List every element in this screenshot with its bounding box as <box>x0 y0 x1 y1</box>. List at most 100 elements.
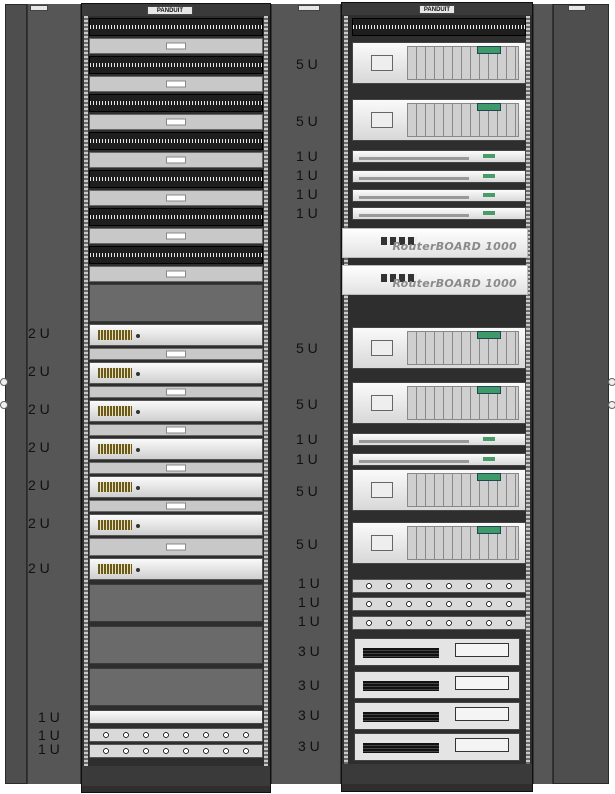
server-5u <box>352 99 526 141</box>
unit-label: 2 U <box>28 515 50 531</box>
cable-manager <box>89 348 263 360</box>
unit-label: 1 U <box>296 186 318 202</box>
server-5u <box>352 382 526 424</box>
unit-label: 1 U <box>38 741 60 757</box>
right-rack-outer-rail-right <box>533 4 553 784</box>
power-strip <box>352 616 526 630</box>
right-rack-side-logo <box>298 5 320 11</box>
switch <box>89 514 263 536</box>
amplifier-3u <box>354 733 520 761</box>
blank-panel <box>89 626 263 664</box>
unit-label: 1 U <box>38 709 60 725</box>
right-rack-side-logo-right <box>568 5 586 11</box>
switch <box>89 476 263 498</box>
side-latch-icon <box>0 401 8 409</box>
router-label: RouterBOARD 1000 <box>392 240 517 253</box>
unit-label: 3 U <box>298 643 320 659</box>
left-rack-brand-logo: PANDUIT <box>147 6 193 15</box>
switch <box>89 438 263 460</box>
unit-label: 2 U <box>28 477 50 493</box>
side-latch-icon <box>0 378 8 386</box>
left-rack-bottom-bar <box>82 766 270 786</box>
right-rack-post-left <box>344 16 348 766</box>
power-strip <box>89 744 263 758</box>
power-strip <box>352 579 526 593</box>
unit-label: 2 U <box>28 560 50 576</box>
server-1u <box>352 207 526 220</box>
cable-manager <box>89 228 263 244</box>
cable-manager <box>89 462 263 474</box>
server-5u <box>352 42 526 84</box>
cable-manager <box>89 538 263 556</box>
server-1u <box>352 170 526 183</box>
unit-label: 2 U <box>28 363 50 379</box>
unit-label: 1 U <box>296 431 318 447</box>
patch-panel <box>352 18 526 36</box>
unit-label: 1 U <box>298 594 320 610</box>
unit-label: 1 U <box>296 205 318 221</box>
unit-label: 1 U <box>298 575 320 591</box>
unit-label: 1 U <box>296 148 318 164</box>
cable-manager <box>89 424 263 436</box>
server-5u <box>352 469 526 511</box>
cable-manager <box>89 500 263 512</box>
left-rack-post-left <box>84 16 88 766</box>
unit-label: 2 U <box>28 439 50 455</box>
1u-panel <box>89 710 263 724</box>
amplifier-3u <box>354 638 520 666</box>
patch-panel <box>89 56 263 74</box>
server-1u <box>352 150 526 163</box>
power-strip <box>89 728 263 742</box>
unit-label: 3 U <box>298 738 320 754</box>
cable-manager <box>89 114 263 130</box>
left-rack-side-panel <box>5 4 27 784</box>
blank-panel <box>89 668 263 706</box>
cable-manager <box>89 266 263 282</box>
right-rack-side-panel <box>553 4 609 784</box>
switch <box>89 324 263 346</box>
unit-label: 5 U <box>296 56 318 72</box>
unit-label: 1 U <box>298 613 320 629</box>
unit-label: 1 U <box>296 451 318 467</box>
patch-panel <box>89 18 263 36</box>
server-1u <box>352 453 526 466</box>
blank-panel <box>89 584 263 622</box>
router: RouterBOARD 1000 <box>342 265 528 295</box>
patch-panel <box>89 246 263 264</box>
right-rack-brand-logo: PANDUIT <box>419 5 455 14</box>
switch <box>89 400 263 422</box>
unit-label: 3 U <box>298 707 320 723</box>
cable-manager <box>89 190 263 206</box>
patch-panel <box>89 94 263 112</box>
right-rack-post-right <box>526 16 530 766</box>
power-strip <box>352 597 526 611</box>
server-5u <box>352 522 526 564</box>
cable-manager <box>89 152 263 168</box>
unit-label: 5 U <box>296 340 318 356</box>
unit-label: 2 U <box>28 401 50 417</box>
unit-label: 5 U <box>296 536 318 552</box>
side-latch-icon <box>608 378 615 386</box>
switch <box>89 558 263 580</box>
patch-panel <box>89 170 263 188</box>
unit-label: 3 U <box>298 677 320 693</box>
router: RouterBOARD 1000 <box>342 228 528 258</box>
unit-label: 5 U <box>296 396 318 412</box>
server-1u <box>352 189 526 202</box>
unit-label: 2 U <box>28 325 50 341</box>
cable-manager <box>89 38 263 54</box>
unit-label: 1 U <box>296 167 318 183</box>
patch-panel <box>89 132 263 150</box>
blank-panel <box>89 284 263 322</box>
side-latch-icon <box>608 401 615 409</box>
unit-label: 5 U <box>296 113 318 129</box>
switch <box>89 362 263 384</box>
server-5u <box>352 327 526 369</box>
server-1u <box>352 433 526 446</box>
left-rack-side-logo <box>30 5 48 11</box>
router-label: RouterBOARD 1000 <box>392 277 517 290</box>
cable-manager <box>89 76 263 92</box>
left-rack-post-right <box>264 16 268 766</box>
amplifier-3u <box>354 671 520 699</box>
patch-panel <box>89 208 263 226</box>
